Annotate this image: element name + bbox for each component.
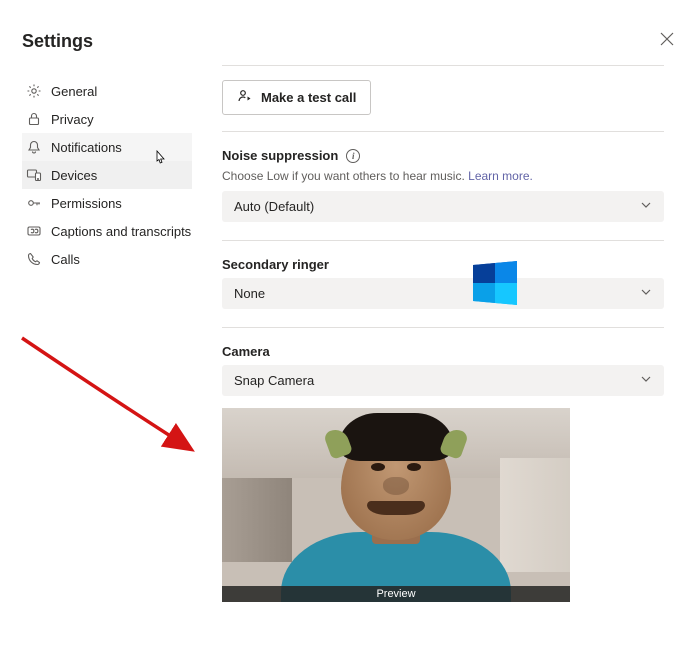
select-value: None (234, 286, 265, 301)
windows-logo-icon (473, 261, 517, 305)
section-heading: Noise suppression (222, 148, 338, 163)
sidebar-item-label: Devices (51, 168, 97, 183)
sidebar-item-calls[interactable]: Calls (22, 245, 192, 273)
close-icon (660, 33, 674, 50)
helper-text-content: Choose Low if you want others to hear mu… (222, 169, 465, 183)
secondary-ringer-section: Secondary ringer None (222, 241, 664, 328)
phone-icon (26, 251, 42, 267)
make-test-call-button[interactable]: Make a test call (222, 80, 371, 115)
preview-person (286, 442, 506, 602)
sidebar-item-privacy[interactable]: Privacy (22, 105, 192, 133)
devices-icon (26, 167, 42, 183)
gear-icon (26, 83, 42, 99)
select-value: Auto (Default) (234, 199, 314, 214)
sidebar-item-label: Calls (51, 252, 80, 267)
settings-sidebar: General Privacy Notifications Devices Pe (22, 65, 192, 620)
noise-suppression-section: Noise suppression i Choose Low if you wa… (222, 132, 664, 241)
button-label: Make a test call (261, 90, 356, 105)
sidebar-item-label: Permissions (51, 196, 122, 211)
learn-more-link[interactable]: Learn more. (468, 169, 533, 183)
section-heading: Secondary ringer (222, 257, 329, 272)
sidebar-item-permissions[interactable]: Permissions (22, 189, 192, 217)
bell-icon (26, 139, 42, 155)
sidebar-item-label: General (51, 84, 97, 99)
sidebar-item-label: Notifications (51, 140, 122, 155)
camera-preview: Preview (222, 408, 570, 602)
preview-label: Preview (222, 586, 570, 602)
key-icon (26, 195, 42, 211)
chevron-down-icon (640, 286, 652, 301)
noise-suppression-select[interactable]: Auto (Default) (222, 191, 664, 222)
chevron-down-icon (640, 199, 652, 214)
pointer-cursor-icon (152, 150, 168, 173)
chevron-down-icon (640, 373, 652, 388)
helper-text: Choose Low if you want others to hear mu… (222, 169, 664, 183)
camera-select[interactable]: Snap Camera (222, 365, 664, 396)
person-call-icon (237, 88, 253, 107)
sidebar-item-captions[interactable]: Captions and transcripts (22, 217, 192, 245)
info-icon[interactable]: i (346, 149, 360, 163)
sidebar-item-label: Privacy (51, 112, 94, 127)
page-title: Settings (22, 31, 93, 52)
secondary-ringer-select[interactable]: None (222, 278, 664, 309)
captions-icon (26, 223, 42, 239)
camera-section: Camera Snap Camera (222, 328, 664, 620)
select-value: Snap Camera (234, 373, 314, 388)
settings-content: Make a test call Noise suppression i Cho… (192, 65, 700, 620)
test-call-section: Make a test call (222, 65, 664, 132)
lock-icon (26, 111, 42, 127)
close-button[interactable] (656, 28, 678, 55)
section-heading: Camera (222, 344, 270, 359)
sidebar-item-general[interactable]: General (22, 77, 192, 105)
sidebar-item-label: Captions and transcripts (51, 224, 191, 239)
